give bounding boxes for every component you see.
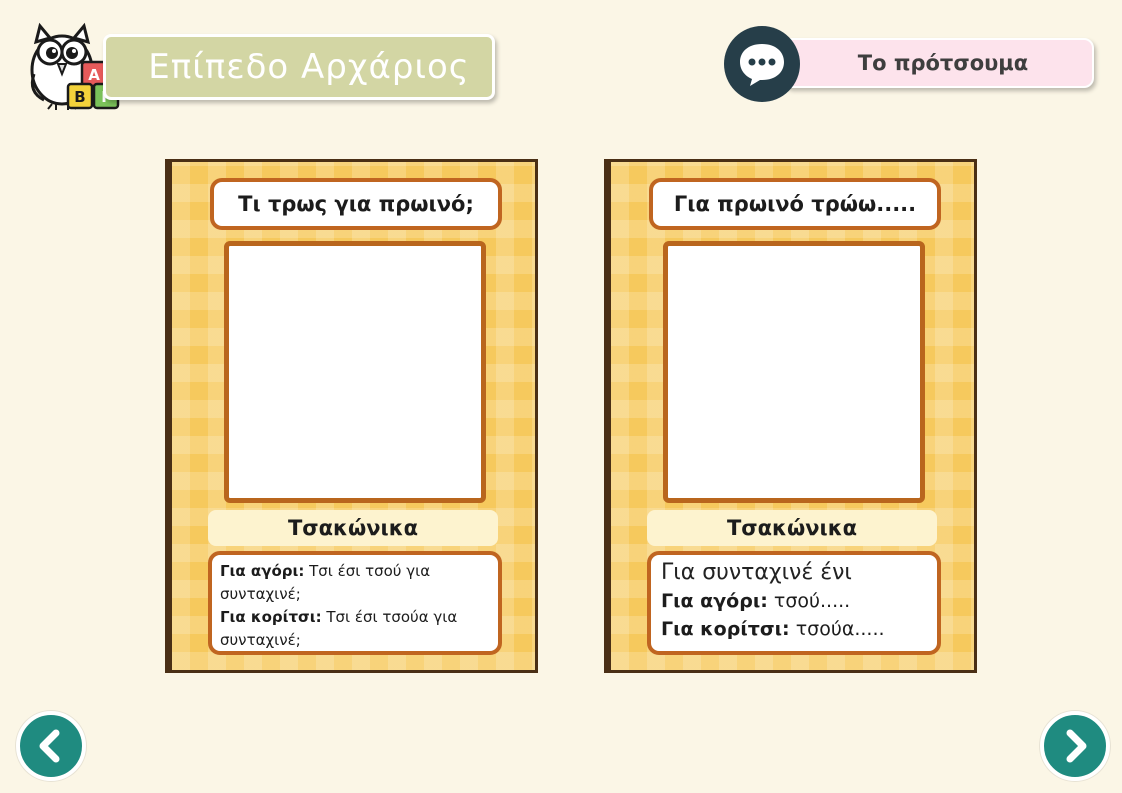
logo-block-a: Α: [88, 66, 100, 84]
boy-label: Για αγόρι:: [220, 562, 305, 580]
answer-intro: Για συνταχινέ ένι: [661, 560, 852, 585]
answer-card: Για πρωινό τρώω..... Τσακώνικα Για συντα…: [604, 159, 977, 673]
question-card: Τι τρως για πρωινό; Τσακώνικα Για αγόρι:…: [165, 159, 538, 673]
suggestion-pill[interactable]: Το πρότσουμα: [782, 38, 1094, 88]
boy-label: Για αγόρι:: [661, 590, 768, 612]
language-label: Τσακώνικα: [726, 516, 858, 540]
next-button[interactable]: [1040, 711, 1110, 781]
translation-box: Για συνταχινέ ένι Για αγόρι: τσού..... Γ…: [647, 551, 941, 655]
girl-label: Για κορίτσι:: [661, 618, 790, 640]
level-title: Επίπεδο Αρχάριος: [148, 47, 470, 87]
question-title-box: Τι τρως για πρωινό;: [210, 178, 502, 230]
answer-title: Για πρωινό τρώω.....: [673, 192, 917, 216]
previous-button[interactable]: [16, 711, 86, 781]
girl-text: τσούα.....: [795, 618, 885, 640]
language-label-box: Τσακώνικα: [208, 510, 498, 546]
level-banner: Επίπεδο Αρχάριος: [103, 34, 495, 100]
translation-box: Για αγόρι: Τσι έσι τσού για συνταχινέ; Γ…: [208, 551, 502, 655]
answer-image-frame: [663, 241, 925, 503]
question-title: Τι τρως για πρωινό;: [238, 192, 474, 216]
language-label: Τσακώνικα: [287, 516, 419, 540]
boy-text: τσού.....: [773, 590, 851, 612]
logo-block-b: Β: [74, 88, 85, 106]
chevron-right-icon: [1066, 729, 1087, 763]
girl-label: Για κορίτσι:: [220, 608, 322, 626]
question-image-frame: [224, 241, 486, 503]
answer-title-box: Για πρωινό τρώω.....: [649, 178, 941, 230]
chat-bubble-icon: [724, 26, 800, 102]
suggestion-button[interactable]: Το πρότσουμα: [724, 26, 1096, 102]
chevron-left-icon: [39, 729, 60, 763]
suggestion-label: Το πρότσουμα: [857, 51, 1029, 75]
language-label-box: Τσακώνικα: [647, 510, 937, 546]
